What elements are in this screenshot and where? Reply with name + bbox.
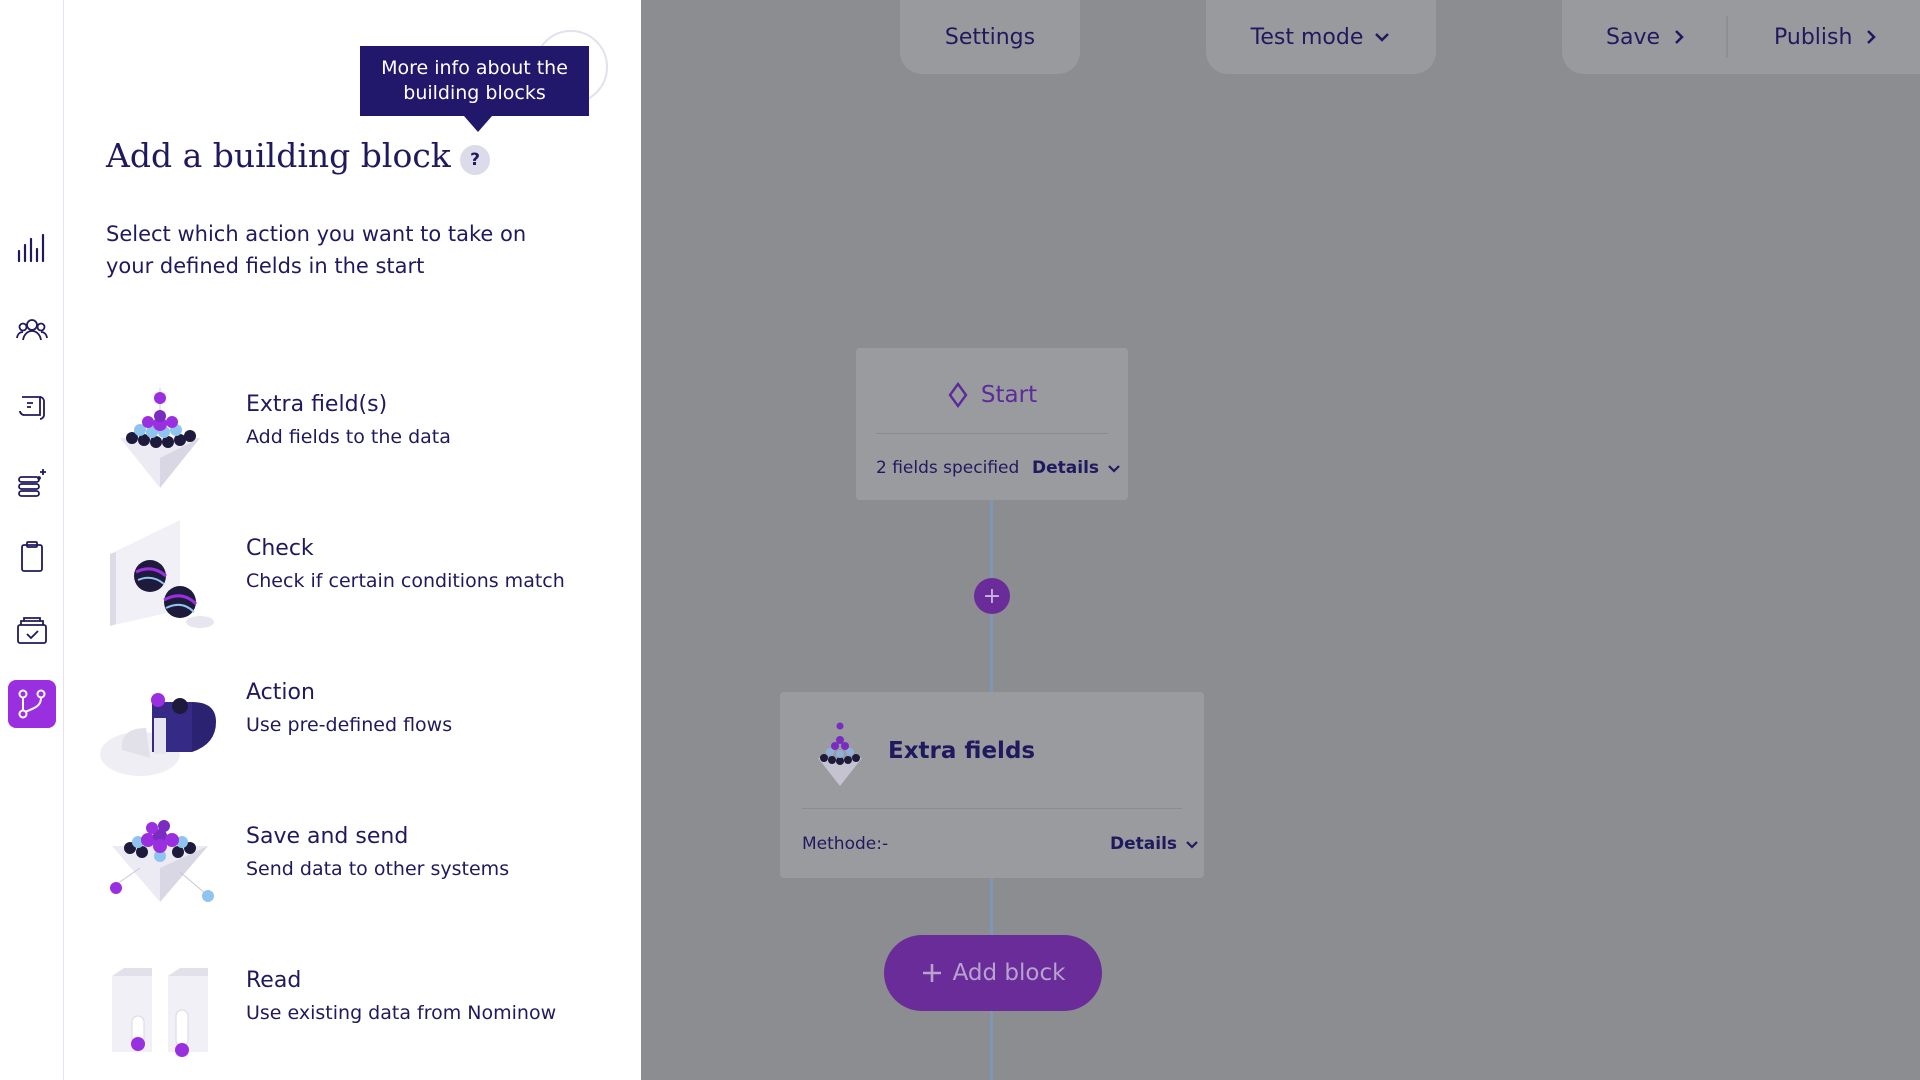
block-subtitle: Send data to other systems xyxy=(246,858,510,880)
block-subtitle: Check if certain conditions match xyxy=(246,570,565,592)
start-details-toggle[interactable]: Details xyxy=(1032,458,1121,478)
save-label: Save xyxy=(1606,24,1661,50)
add-block-button[interactable]: Add block xyxy=(884,935,1102,1011)
extra-details-toggle[interactable]: Details xyxy=(1110,834,1199,854)
plus-icon xyxy=(922,964,941,982)
block-extra-fields[interactable]: Extra field(s) Add fields to the data xyxy=(100,370,620,490)
chevron-right-icon xyxy=(1675,30,1684,44)
card-divider xyxy=(876,433,1108,434)
test-mode-dropdown[interactable]: Test mode xyxy=(1206,0,1436,74)
extra-fields-title: Extra fields xyxy=(888,738,1036,764)
block-title: Check xyxy=(246,536,314,561)
help-tooltip: More info about the building blocks xyxy=(360,46,589,132)
users-icon xyxy=(16,319,48,341)
chevron-down-icon xyxy=(1186,841,1198,849)
test-mode-label: Test mode xyxy=(1250,24,1364,50)
block-subtitle: Add fields to the data xyxy=(246,426,451,448)
details-label: Details xyxy=(1032,458,1100,478)
publish-label: Publish xyxy=(1774,24,1853,50)
scroll-icon xyxy=(19,396,45,420)
method-value: Methode:- xyxy=(802,834,889,854)
block-title: Read xyxy=(246,968,302,993)
block-action[interactable]: Action Use pre-defined flows xyxy=(100,658,620,778)
chevron-down-icon xyxy=(1108,465,1120,473)
add-block-drawer: More info about the building blocks Add … xyxy=(64,0,641,1080)
start-fields-count: 2 fields specified xyxy=(876,458,1020,478)
block-title: Action xyxy=(246,680,315,705)
insert-block-button[interactable]: + xyxy=(974,578,1010,614)
start-label: Start xyxy=(980,382,1038,408)
save-button[interactable]: Save xyxy=(1606,0,1688,74)
flow-branch-icon xyxy=(18,689,46,719)
read-illustration xyxy=(100,946,220,1066)
nav-rail xyxy=(0,0,64,1080)
add-block-label: Add block xyxy=(952,960,1066,986)
check-illustration xyxy=(100,514,220,634)
nav-item-scroll[interactable] xyxy=(8,382,56,430)
nav-item-users[interactable] xyxy=(8,306,56,354)
help-button[interactable]: ? xyxy=(460,145,490,175)
nav-item-clipboard[interactable] xyxy=(8,532,56,580)
chevron-down-icon xyxy=(1375,33,1390,42)
database-sparkle-icon xyxy=(18,469,46,497)
inbox-check-icon xyxy=(17,617,47,644)
card-divider xyxy=(802,808,1182,809)
start-node-title: Start xyxy=(856,382,1128,408)
publish-button[interactable]: Publish xyxy=(1774,0,1880,74)
nav-item-inbox[interactable] xyxy=(8,606,56,654)
start-node[interactable]: Start 2 fields specified Details xyxy=(856,348,1128,500)
drawer-description: Select which action you want to take on … xyxy=(106,222,527,278)
block-save-and-send[interactable]: Save and send Send data to other systems xyxy=(100,802,620,922)
extra-fields-illustration xyxy=(100,370,220,490)
drawer-title: Add a building block xyxy=(106,136,451,175)
nav-item-analytics[interactable] xyxy=(8,224,56,272)
bar-chart-icon xyxy=(17,233,45,263)
block-read[interactable]: Read Use existing data from Nominow xyxy=(100,946,620,1066)
block-subtitle: Use pre-defined flows xyxy=(246,714,453,736)
block-check[interactable]: Check Check if certain conditions match xyxy=(100,514,620,634)
block-title: Extra field(s) xyxy=(246,392,388,417)
nav-item-data[interactable] xyxy=(8,458,56,506)
save-send-illustration xyxy=(100,802,220,922)
extra-fields-node[interactable]: Extra fields Methode:- Details xyxy=(780,692,1204,878)
block-title: Save and send xyxy=(246,824,409,849)
block-subtitle: Use existing data from Nominow xyxy=(246,1002,557,1024)
nav-item-flows[interactable] xyxy=(8,680,56,728)
action-illustration xyxy=(100,658,220,778)
save-publish-group: Save Publish xyxy=(1562,0,1920,74)
settings-label: Settings xyxy=(944,24,1036,50)
settings-tab[interactable]: Settings xyxy=(900,0,1080,74)
extra-fields-node-icon xyxy=(818,722,862,786)
details-label: Details xyxy=(1110,834,1178,854)
topbar-divider xyxy=(1726,16,1728,58)
diamond-icon xyxy=(948,382,968,408)
clipboard-icon xyxy=(21,541,43,572)
chevron-right-icon xyxy=(1867,30,1877,44)
